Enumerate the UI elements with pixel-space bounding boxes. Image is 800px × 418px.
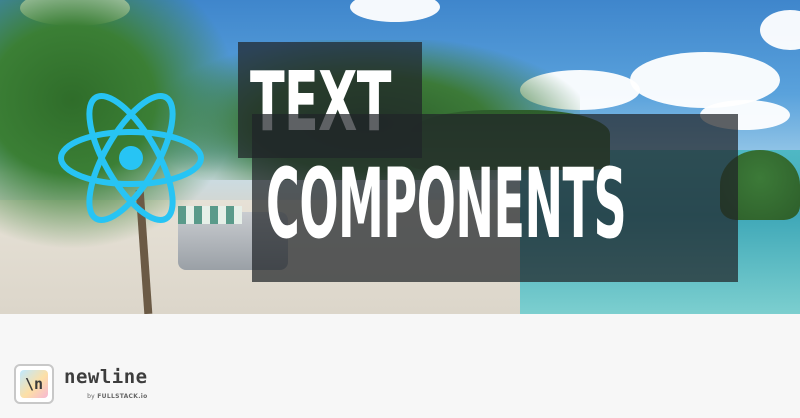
react-atom-icon	[58, 92, 204, 223]
cloud	[760, 10, 800, 50]
brand-sub-company: FULLSTACK.io	[97, 393, 148, 400]
title-line-2-backdrop: COMPONENTS	[252, 114, 738, 282]
brand-sub-prefix: by	[87, 393, 96, 400]
brand-mark: \n	[20, 370, 48, 398]
title-line-2: COMPONENTS	[266, 148, 627, 260]
newline-logo-icon: \n	[14, 364, 54, 404]
brand-text: newline by FULLSTACK.io	[64, 366, 148, 401]
cloud	[350, 0, 440, 22]
brand-subtitle: by FULLSTACK.io	[87, 393, 148, 400]
brand-name: newline	[64, 366, 148, 388]
newline-brand[interactable]: \n newline by FULLSTACK.io	[14, 364, 148, 404]
